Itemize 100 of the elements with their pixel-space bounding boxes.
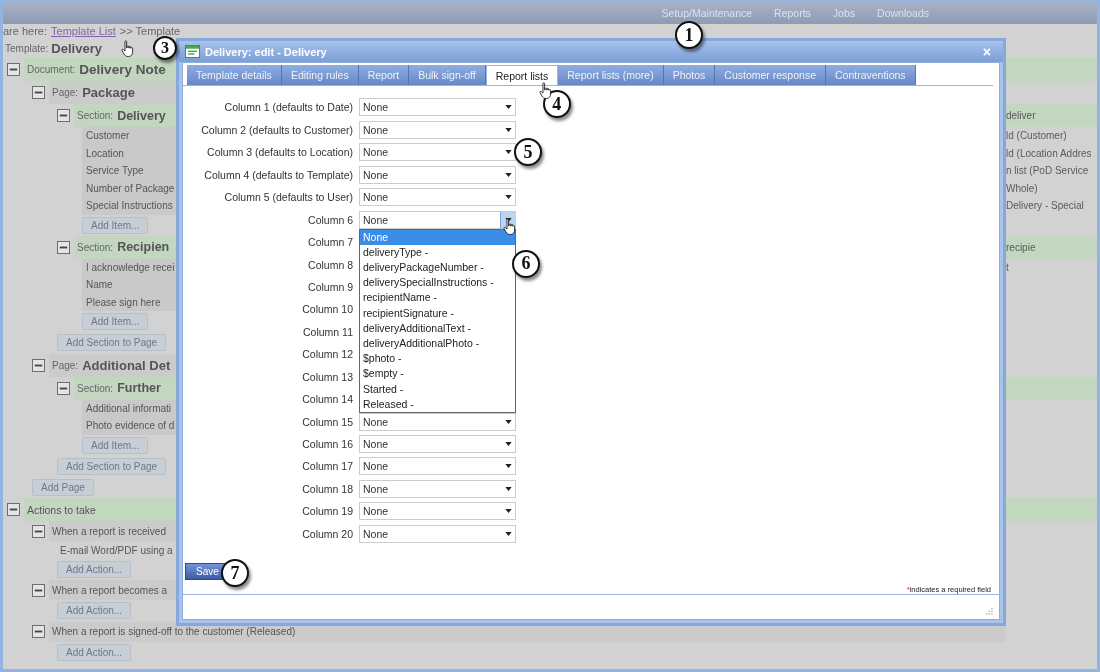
dropdown-option[interactable]: Released - bbox=[360, 396, 515, 412]
column-label: Column 12 bbox=[301, 348, 354, 361]
template-title: Delivery bbox=[51, 40, 102, 56]
collapse-toggle-icon[interactable] bbox=[7, 503, 20, 517]
collapse-toggle-icon[interactable] bbox=[57, 240, 70, 254]
dropdown-option[interactable]: deliveryType - bbox=[360, 244, 515, 261]
field-row-text: Number of Package bbox=[86, 182, 175, 194]
trigger-row-text: When a report becomes a bbox=[52, 584, 168, 596]
field-row-text: Name bbox=[86, 279, 113, 291]
column-dropdown[interactable]: None bbox=[359, 479, 516, 498]
close-button[interactable]: × bbox=[976, 43, 997, 60]
collapse-toggle-icon[interactable] bbox=[7, 63, 20, 76]
dropdown-option[interactable]: $photo - bbox=[360, 351, 515, 367]
field-row-text: Customer bbox=[86, 130, 130, 142]
dropdown-option[interactable]: recipientSignature - bbox=[360, 305, 515, 321]
column-dropdown[interactable]: None bbox=[359, 502, 516, 521]
node-type-label: Section: bbox=[77, 382, 114, 394]
column-label: Column 14 bbox=[301, 393, 354, 406]
collapse-toggle-icon[interactable] bbox=[32, 86, 45, 99]
dropdown-option[interactable]: deliveryPackageNumber - bbox=[360, 260, 515, 276]
column-label: Column 5 (defaults to User) bbox=[223, 191, 354, 204]
resize-grip-icon[interactable] bbox=[986, 608, 993, 615]
caret-icon bbox=[504, 442, 512, 447]
callout-badge: 5 bbox=[514, 138, 542, 167]
column-label: Column 10 bbox=[301, 303, 354, 316]
breadcrumb-label: are here: bbox=[3, 25, 48, 37]
column-dropdown[interactable]: None bbox=[359, 120, 516, 139]
collapse-toggle-icon[interactable] bbox=[57, 109, 70, 122]
dropdown-option[interactable]: Started - bbox=[360, 381, 515, 397]
add-button[interactable]: Add Action... bbox=[57, 643, 132, 661]
caret-icon bbox=[504, 509, 512, 514]
collapse-toggle-icon[interactable] bbox=[32, 583, 45, 597]
column-label: Column 2 (defaults to Customer) bbox=[200, 123, 354, 136]
dropdown-option[interactable]: deliveryAdditionalPhoto - bbox=[360, 335, 515, 352]
actions-header-text: Actions to take bbox=[27, 503, 96, 516]
collapse-toggle-icon[interactable] bbox=[32, 625, 45, 638]
tab[interactable]: Editing rules bbox=[281, 65, 359, 86]
dropdown-option[interactable]: deliveryAdditionalText - bbox=[360, 320, 515, 336]
column-label: Column 13 bbox=[301, 370, 354, 383]
detail-text: ld (Location Addres bbox=[1005, 147, 1092, 159]
add-button[interactable]: Add Section to Page bbox=[57, 457, 167, 475]
dropdown-option[interactable]: deliverySpecialInstructions - bbox=[360, 275, 515, 291]
dropdown-option[interactable]: $empty - bbox=[360, 366, 515, 382]
column-label: Column 20 bbox=[301, 527, 354, 540]
add-button[interactable]: Add Action... bbox=[57, 561, 132, 579]
column-label: Column 8 bbox=[307, 258, 354, 271]
collapse-toggle-icon[interactable] bbox=[32, 358, 45, 372]
field-row-text: Photo evidence of d bbox=[86, 420, 175, 432]
column-label: Column 16 bbox=[301, 438, 354, 451]
trigger-row-text: When a report is signed-off to the customer (Released) bbox=[52, 626, 296, 637]
add-button[interactable]: Add Action... bbox=[57, 602, 132, 620]
node-type-label: Section: bbox=[77, 241, 114, 253]
column-label: Column 6 bbox=[307, 213, 354, 226]
column-label: Column 18 bbox=[301, 482, 354, 495]
add-button[interactable]: Add Section to Page bbox=[57, 334, 167, 352]
column-dropdown[interactable]: None bbox=[359, 457, 516, 476]
field-row-text: Additional informati bbox=[86, 402, 172, 414]
dropdown-option[interactable]: None bbox=[360, 229, 515, 245]
field-row-text: I acknowledge recei bbox=[86, 261, 175, 273]
column-dropdown[interactable]: None bbox=[359, 188, 516, 207]
column-label: Column 1 (defaults to Date) bbox=[223, 101, 354, 114]
column-label: Column 11 bbox=[302, 325, 354, 338]
caret-icon bbox=[504, 531, 512, 536]
node-title: Delivery Note bbox=[79, 62, 166, 77]
add-button[interactable]: Add Item... bbox=[82, 313, 149, 331]
tab[interactable]: Contraventions bbox=[825, 65, 916, 86]
column-label: Column 19 bbox=[301, 505, 354, 518]
column-label: Column 4 (defaults to Template) bbox=[203, 168, 354, 181]
window-icon bbox=[185, 45, 200, 59]
add-button[interactable]: Add Item... bbox=[82, 216, 149, 234]
detail-text: recipie bbox=[1005, 241, 1036, 253]
detail-text: n list (PoD Service bbox=[1005, 165, 1089, 177]
dialog-title: Delivery: edit - Delivery bbox=[205, 45, 328, 58]
column-dropdown[interactable]: None bbox=[359, 143, 516, 162]
column-dropdown[interactable]: None bbox=[359, 435, 516, 454]
add-button[interactable]: Add Item... bbox=[82, 436, 149, 454]
tab[interactable]: Customer response bbox=[715, 65, 826, 86]
tab[interactable]: Report lists (more) bbox=[558, 65, 664, 86]
collapse-toggle-icon[interactable] bbox=[57, 381, 70, 395]
field-row-text: Please sign here bbox=[86, 296, 161, 308]
add-button[interactable]: Add Page bbox=[32, 479, 94, 497]
tab[interactable]: Template details bbox=[187, 65, 282, 86]
dropdown-option[interactable]: recipientName - bbox=[360, 290, 515, 306]
column-dropdown[interactable]: None bbox=[359, 524, 516, 543]
action-row-text: E-mail Word/PDF using a bbox=[60, 544, 173, 556]
column-dropdown[interactable]: None bbox=[359, 165, 516, 184]
collapse-toggle-icon[interactable] bbox=[32, 524, 45, 538]
node-type-label: Page: bbox=[52, 359, 79, 371]
field-row-text: Special Instructions bbox=[86, 200, 173, 212]
column-dropdown[interactable]: None bbox=[359, 98, 516, 117]
tab[interactable]: Report bbox=[358, 65, 410, 86]
callout-badge: 6 bbox=[512, 249, 540, 278]
breadcrumb-link[interactable]: Template List bbox=[51, 25, 116, 37]
tab[interactable]: Bulk sign-off bbox=[409, 65, 486, 86]
field-row-text: Service Type bbox=[86, 165, 144, 177]
detail-text: ld (Customer) bbox=[1005, 130, 1067, 142]
column-label: Column 17 bbox=[301, 460, 354, 473]
node-type-label: Template: bbox=[5, 42, 49, 54]
caret-icon bbox=[504, 486, 512, 491]
tab[interactable]: Photos bbox=[663, 65, 716, 86]
